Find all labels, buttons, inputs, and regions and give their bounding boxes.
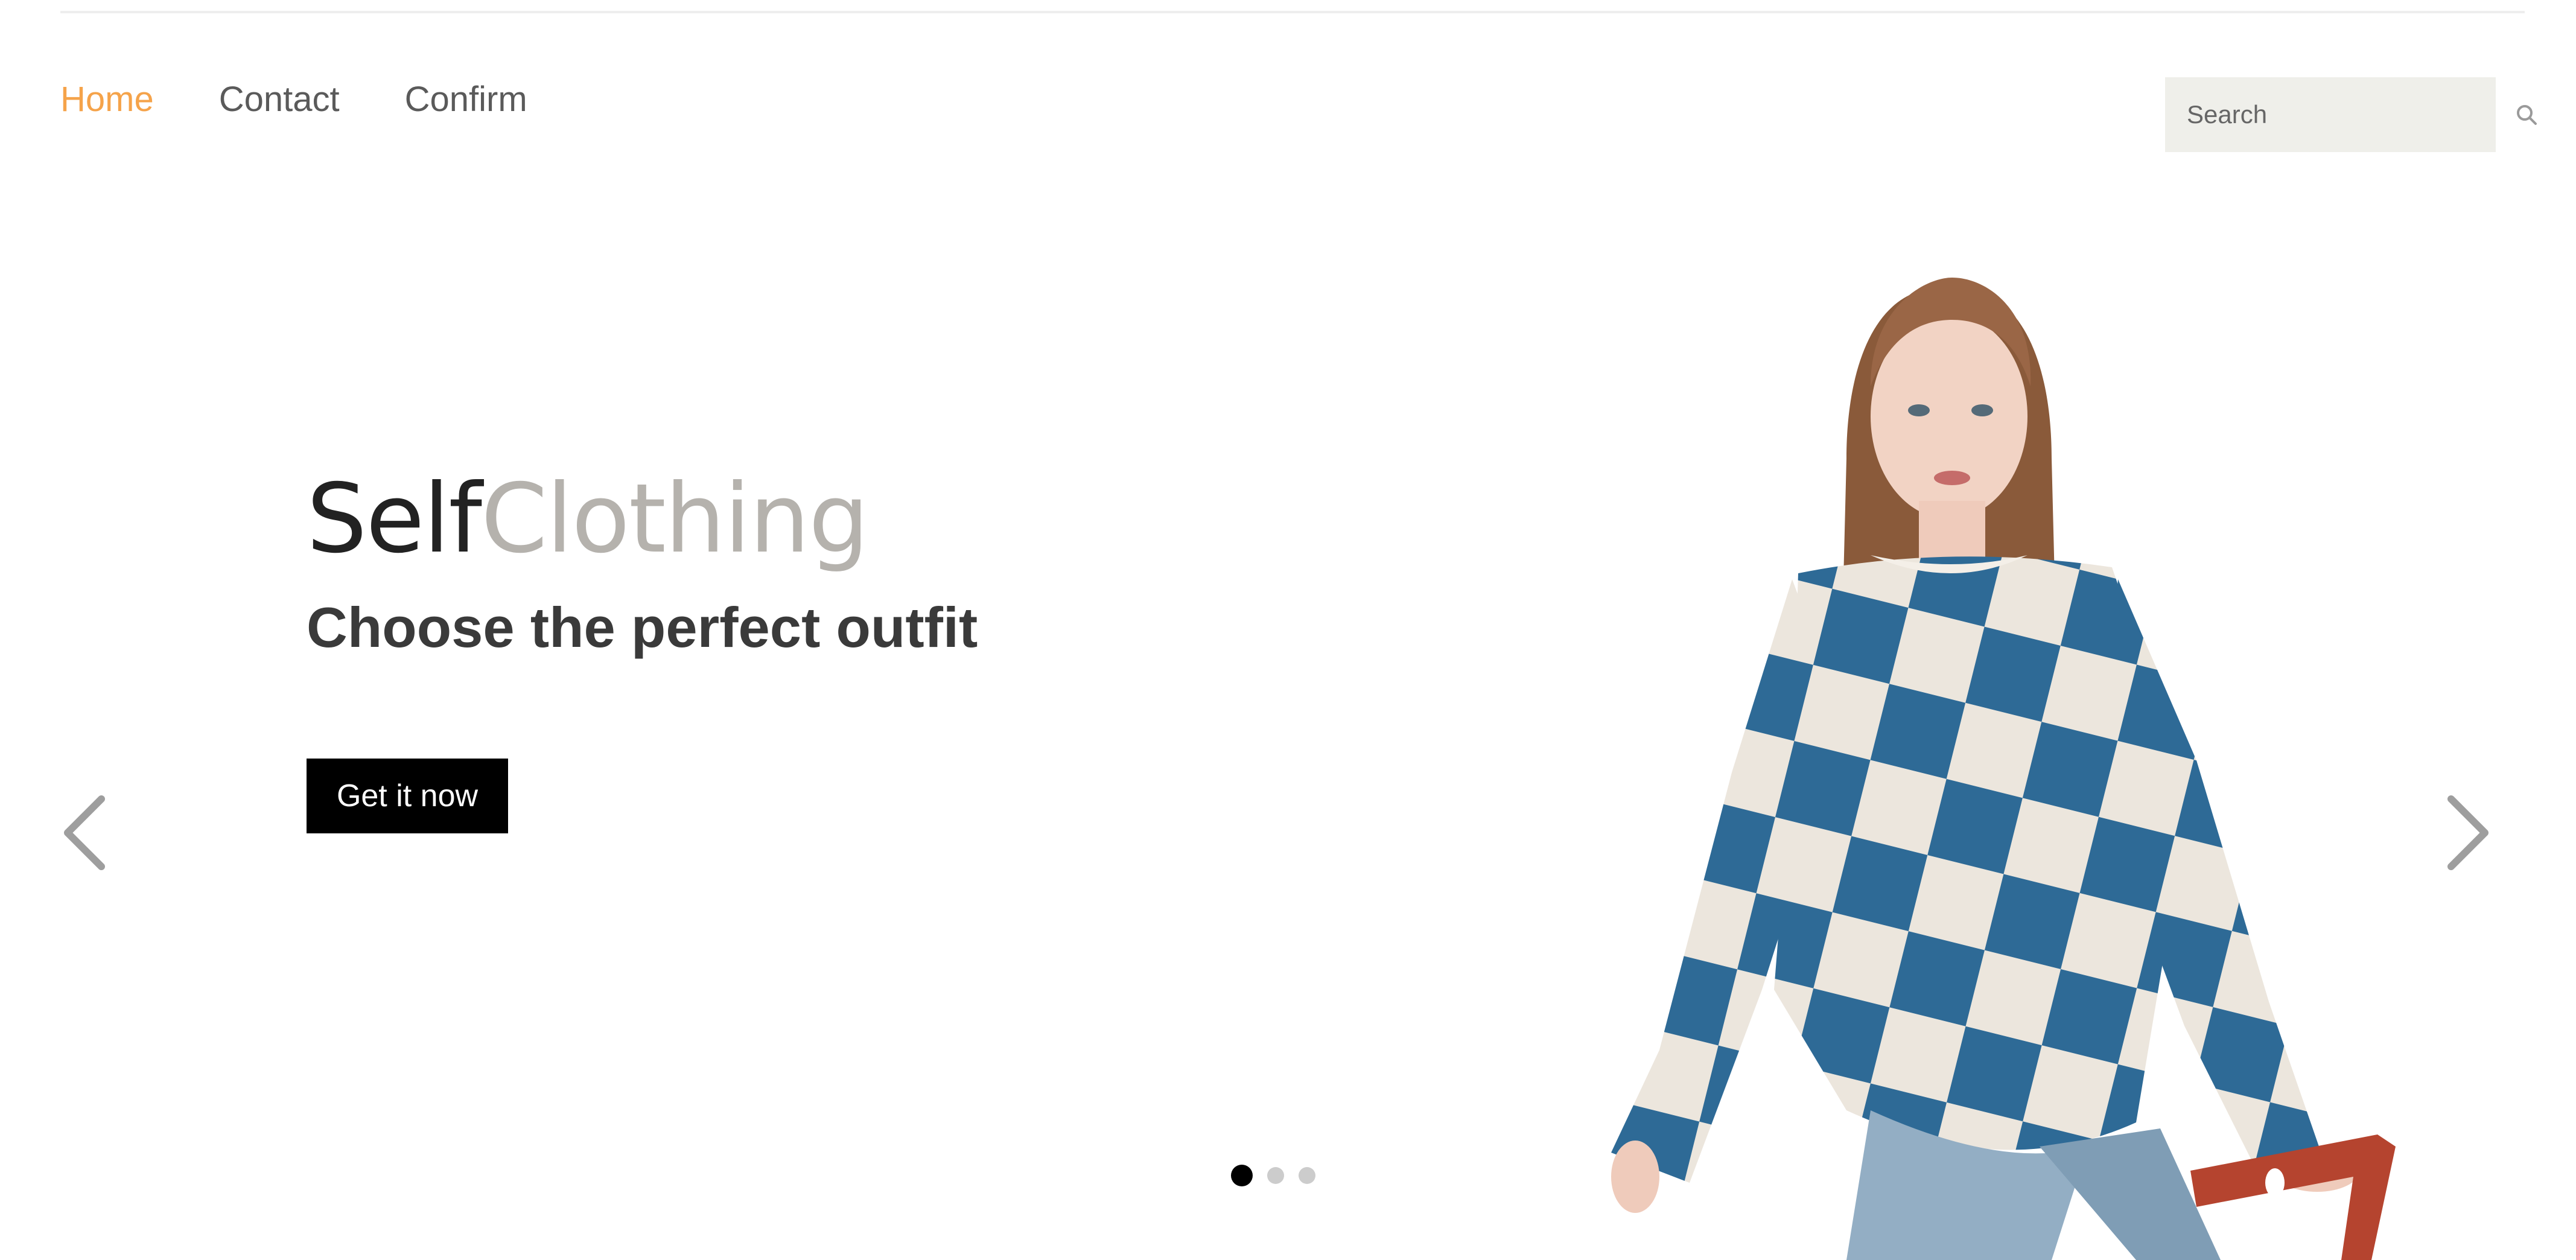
nav-item-confirm[interactable]: Confirm — [405, 72, 527, 127]
get-it-now-button[interactable]: Get it now — [307, 759, 508, 833]
search-box — [2165, 77, 2537, 152]
carousel-dot-2[interactable] — [1267, 1167, 1284, 1184]
model-illustration — [1611, 278, 2396, 1260]
main-nav: Home Contact Confirm — [60, 72, 527, 127]
nav-item-home[interactable]: Home — [60, 72, 154, 127]
brand-part-self: Self — [307, 463, 482, 574]
carousel-indicators — [1231, 1165, 1315, 1186]
page: Home Contact Confirm SelfClothing Choose… — [0, 0, 2576, 1260]
brand-title: SelfClothing — [307, 459, 869, 579]
hero-tagline: Choose the perfect outfit — [307, 596, 978, 659]
search-input[interactable] — [2186, 77, 2514, 152]
top-divider — [60, 11, 2525, 13]
brand-part-clothing: Clothing — [481, 463, 869, 574]
carousel-dot-1[interactable] — [1231, 1165, 1253, 1186]
hero-image — [1509, 266, 2414, 1260]
nav-item-contact[interactable]: Contact — [219, 72, 340, 127]
chevron-right-icon[interactable] — [2438, 791, 2498, 875]
carousel-dot-3[interactable] — [1299, 1167, 1315, 1184]
search-icon[interactable] — [2514, 97, 2539, 133]
chevron-left-icon[interactable] — [54, 791, 115, 875]
